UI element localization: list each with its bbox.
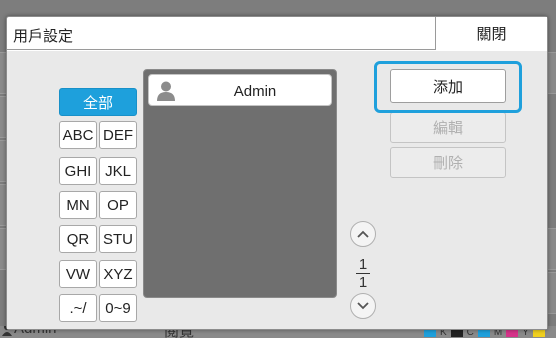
index-xyz-button[interactable]: XYZ [99,260,137,288]
index-all-button[interactable]: 全部 [59,88,137,116]
user-list-item[interactable]: Admin [148,74,332,106]
dialog-title: 用戶設定 [13,28,74,45]
index-vw-button[interactable]: VW [59,260,97,288]
index-symbols-button[interactable]: .~/ [59,294,97,322]
index-qr-button[interactable]: QR [59,225,97,253]
page-current: 1 [358,256,368,273]
page-total: 1 [358,274,368,291]
page-up-button[interactable] [350,221,376,247]
index-digits-button[interactable]: 0~9 [99,294,137,322]
chevron-down-icon [357,302,369,310]
user-icon [157,81,175,101]
delete-button[interactable]: 刪除 [390,147,506,178]
page-indicator: 1 1 [353,257,373,290]
index-ghi-button[interactable]: GHI [59,157,97,185]
page-down-button[interactable] [350,293,376,319]
index-mn-button[interactable]: MN [59,191,97,219]
close-button[interactable]: 關閉 [435,17,547,50]
index-jkl-button[interactable]: JKL [99,157,137,185]
user-list[interactable]: Admin [143,69,337,298]
index-stu-button[interactable]: STU [99,225,137,253]
add-button-focus-ring [374,61,522,113]
index-op-button[interactable]: OP [99,191,137,219]
index-def-button[interactable]: DEF [99,121,137,149]
index-abc-button[interactable]: ABC [59,121,97,149]
edit-button[interactable]: 編輯 [390,112,506,143]
user-name: Admin [233,83,277,100]
chevron-up-icon [357,230,369,238]
dialog-header: 用戶設定 關閉 [7,17,547,50]
